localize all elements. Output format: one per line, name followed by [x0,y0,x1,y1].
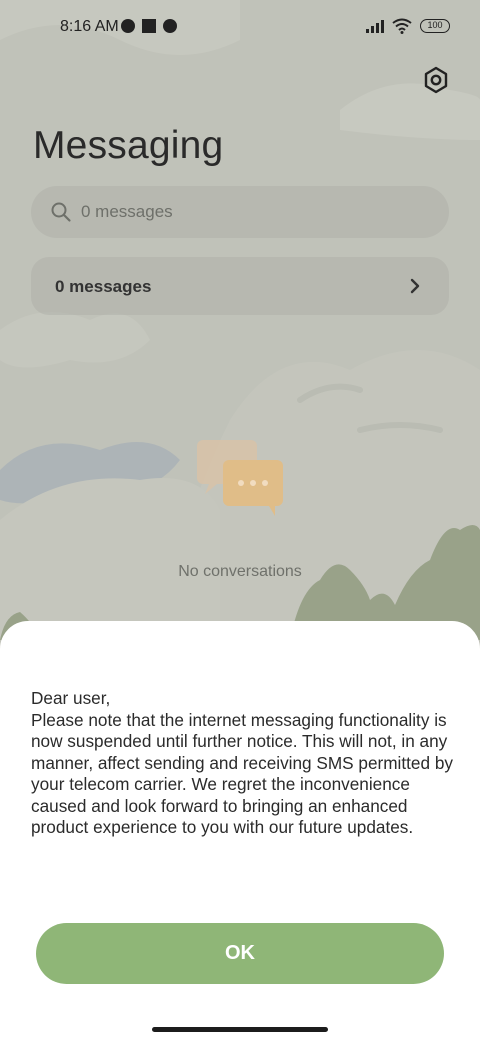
notification-icons [121,19,177,33]
search-input[interactable] [81,198,421,226]
chat-bubbles-icon [197,440,283,516]
messages-row[interactable]: 0 messages [31,257,449,315]
dialog-body: Please note that the internet messaging … [31,709,453,838]
empty-state-text: No conversations [178,563,302,580]
battery-icon: 100 [420,19,450,33]
wifi-icon [392,18,412,34]
search-icon [51,202,71,222]
status-bar: 8:16 AM 100 [0,0,480,56]
dialog-message: Dear user, Please note that the internet… [31,688,461,839]
settings-button[interactable] [420,64,452,96]
notification-app-icon-2 [163,19,177,33]
chevron-right-icon [410,278,420,294]
notification-app-icon [121,19,135,33]
status-right: 100 [366,18,450,34]
ok-button[interactable]: OK [36,923,444,984]
signal-icon [366,19,384,33]
dialog-greeting: Dear user, [31,688,111,708]
home-indicator[interactable] [152,1027,328,1032]
settings-hexagon-icon [424,66,448,94]
page-title: Messaging [33,124,224,167]
notification-square-icon [142,19,156,33]
search-bar[interactable] [31,186,449,238]
notice-dialog: Dear user, Please note that the internet… [0,621,480,1040]
messages-row-label: 0 messages [55,277,152,296]
status-time: 8:16 AM [60,18,119,35]
